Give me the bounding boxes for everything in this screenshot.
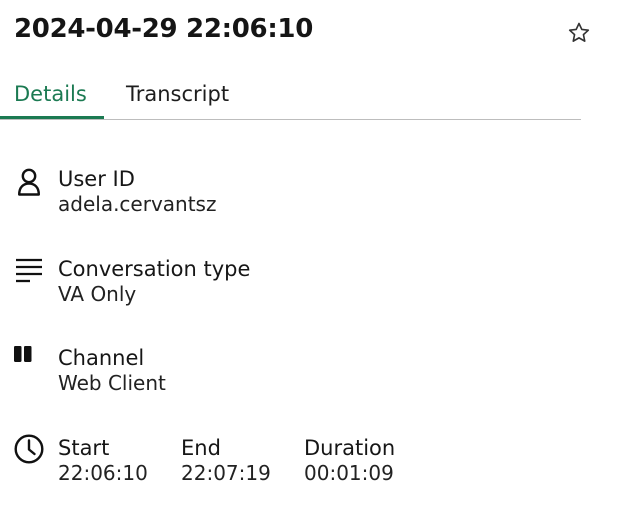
start-value: 22:06:10 xyxy=(58,461,148,485)
user-id-value: adela.cervantsz xyxy=(58,192,217,216)
channel-field: Channel Web Client xyxy=(58,346,166,396)
channel-value: Web Client xyxy=(58,371,166,395)
clock-icon xyxy=(14,434,44,464)
conversation-type-row: Conversation type VA Only xyxy=(0,257,600,317)
user-id-field: User ID adela.cervantsz xyxy=(58,167,216,217)
favorite-star-icon[interactable] xyxy=(566,20,592,46)
conversation-type-label: Conversation type xyxy=(58,257,251,281)
duration-value: 00:01:09 xyxy=(304,461,394,485)
channel-row: Channel Web Client xyxy=(0,346,600,406)
conversation-type-value: VA Only xyxy=(58,282,137,306)
tab-details[interactable]: Details xyxy=(14,82,87,106)
end-label: End xyxy=(181,436,221,460)
timing-row: Start 22:06:10 End 22:07:19 Duration 00:… xyxy=(0,434,600,496)
channel-label: Channel xyxy=(58,346,145,370)
tab-transcript[interactable]: Transcript xyxy=(126,82,229,106)
end-field: End 22:07:19 xyxy=(181,436,271,486)
user-icon xyxy=(14,167,44,197)
start-label: Start xyxy=(58,436,110,460)
duration-label: Duration xyxy=(304,436,396,460)
duration-field: Duration 00:01:09 xyxy=(304,436,395,486)
active-tab-indicator xyxy=(0,116,104,119)
page-title: 2024-04-29 22:06:10 xyxy=(14,14,314,44)
channel-icon xyxy=(14,346,44,376)
lines-icon xyxy=(14,257,44,287)
user-id-row: User ID adela.cervantsz xyxy=(0,167,600,227)
tab-bar: Details Transcript xyxy=(0,78,581,120)
start-field: Start 22:06:10 xyxy=(58,436,148,486)
user-id-label: User ID xyxy=(58,167,135,191)
end-value: 22:07:19 xyxy=(181,461,271,485)
conversation-type-field: Conversation type VA Only xyxy=(58,257,250,307)
